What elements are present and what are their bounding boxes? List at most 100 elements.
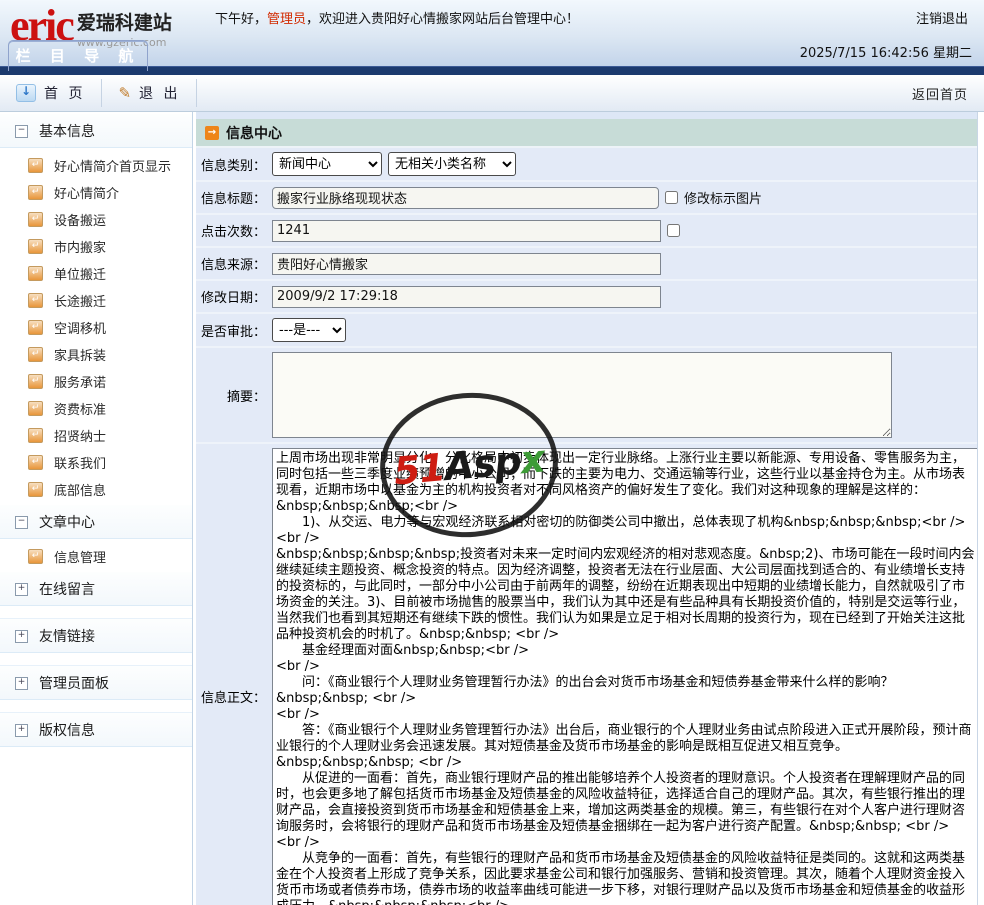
datetime-text: 2025/7/15 16:42:56 星期二 [799, 46, 972, 61]
sidebar-section-guestbook[interactable]: 在线留言 [0, 572, 192, 606]
source-label: 信息来源： [200, 258, 266, 273]
form-row-approve: 是否审批： ---是--- [196, 314, 977, 348]
modify-date-input[interactable] [272, 285, 661, 308]
exit-button[interactable]: ✎ 退 出 [102, 75, 196, 111]
arrow-icon: ↵ [28, 212, 43, 227]
form-row-category: 信息类别： 新闻中心 无相关小类名称 [196, 148, 977, 182]
content-panel: → 信息中心 信息类别： 新闻中心 无相关小类名称 信息标题： 修改标示图片 [196, 112, 978, 905]
arrow-icon: ↵ [28, 158, 43, 173]
form-row-body: 信息正文： 上周市场出现非常明显分化，分化格局中初步体现出一定行业脉络。上涨行业… [196, 444, 977, 905]
greeting-username[interactable]: 管理员 [267, 12, 306, 27]
clicks-input[interactable] [272, 219, 661, 242]
form-row-abstract: 摘要： [196, 348, 977, 444]
arrow-icon: ↵ [28, 347, 43, 362]
arrow-icon: ↵ [28, 374, 43, 389]
arrow-icon: ↵ [28, 185, 43, 200]
modify-image-label: 修改标示图片 [684, 192, 763, 207]
logo-cn-name: 爱瑞科建站 [76, 12, 172, 34]
expand-icon[interactable] [15, 676, 28, 690]
form-row-source: 信息来源： [196, 248, 977, 281]
arrow-icon: ↵ [28, 549, 43, 564]
arrow-icon: ↵ [28, 455, 43, 470]
category-sub-select[interactable]: 无相关小类名称 [388, 152, 516, 176]
sidebar-section-copyright[interactable]: 版权信息 [0, 712, 192, 747]
body-textarea[interactable]: 上周市场出现非常明显分化，分化格局中初步体现出一定行业脉络。上涨行业主要以新能源… [272, 448, 977, 905]
arrow-icon: ↵ [28, 266, 43, 281]
sidebar-item-service-promise[interactable]: ↵ 服务承诺 [0, 368, 192, 395]
arrow-icon: ↵ [28, 320, 43, 335]
home-download-icon: ↓ [16, 84, 36, 102]
main-area: 基本信息 ↵好心情简介首页显示 ↵好心情简介 ↵设备搬运 ↵市内搬家 ↵单位搬迁… [0, 112, 984, 905]
sidebar-section-label: 在线留言 [39, 582, 95, 598]
pencil-icon: ✎ [118, 84, 132, 102]
sidebar-section-label: 版权信息 [39, 723, 95, 739]
expand-icon[interactable] [15, 582, 28, 596]
category-label: 信息类别： [200, 158, 266, 174]
toolbar-separator [196, 79, 198, 107]
form-row-clicks: 点击次数： [196, 215, 977, 248]
greeting-suffix: ，欢迎进入贵阳好心情搬家网站后台管理中心！ [306, 12, 580, 27]
app-header: eric 爱瑞科建站 www.gzeric.com 下午好，管理员，欢迎进入贵阳… [0, 0, 984, 71]
sidebar-item-recruitment[interactable]: ↵ 招贤纳士 [0, 422, 192, 449]
panel-title-bar: → 信息中心 [196, 119, 977, 148]
sidebar-item-footer-info[interactable]: ↵ 底部信息 [0, 476, 192, 503]
form-row-modify-date: 修改日期： [196, 281, 977, 314]
arrow-icon: ↵ [28, 239, 43, 254]
arrow-icon: ↵ [28, 428, 43, 443]
clicks-label: 点击次数： [200, 225, 266, 240]
arrow-icon: ↵ [28, 482, 43, 497]
home-button[interactable]: ↓ 首 页 [0, 75, 101, 111]
sidebar-item-office-relocation[interactable]: ↵ 单位搬迁 [0, 260, 192, 287]
sidebar-item-intro[interactable]: ↵ 好心情简介 [0, 179, 192, 206]
sidebar-section-admin-panel[interactable]: 管理员面板 [0, 665, 192, 700]
sidebar-section-label: 基本信息 [39, 124, 95, 140]
toolbar: ↓ 首 页 ✎ 退 出 返回首页 [0, 75, 984, 112]
collapse-icon[interactable] [15, 515, 28, 529]
arrow-icon: ↵ [28, 293, 43, 308]
sidebar-section-basic-info[interactable]: 基本信息 [0, 114, 192, 148]
back-home-link[interactable]: 返回首页 [912, 84, 968, 103]
expand-icon[interactable] [15, 629, 28, 643]
title-input[interactable] [272, 186, 659, 209]
expand-icon[interactable] [15, 723, 28, 737]
sidebar-section-label: 文章中心 [39, 515, 95, 531]
sidebar-item-city-moving[interactable]: ↵ 市内搬家 [0, 233, 192, 260]
abstract-textarea[interactable] [272, 352, 892, 438]
sidebar-item-intro-homepage[interactable]: ↵ 好心情简介首页显示 [0, 152, 192, 179]
sidebar-item-info-management[interactable]: ↵ 信息管理 [0, 543, 192, 570]
modify-date-label: 修改日期： [200, 291, 266, 306]
title-label: 信息标题： [200, 192, 266, 207]
clicks-checkbox[interactable] [667, 224, 680, 237]
abstract-label: 摘要： [226, 389, 266, 405]
sidebar-item-furniture[interactable]: ↵ 家具拆装 [0, 341, 192, 368]
message-arrow-icon: → [205, 125, 219, 140]
sidebar-item-fee-standard[interactable]: ↵ 资费标准 [0, 395, 192, 422]
arrow-icon: ↵ [28, 401, 43, 416]
category-main-select[interactable]: 新闻中心 [272, 152, 382, 176]
nav-tab-column-navigation[interactable]: 栏 目 导 航 [8, 40, 148, 71]
sidebar: 基本信息 ↵好心情简介首页显示 ↵好心情简介 ↵设备搬运 ↵市内搬家 ↵单位搬迁… [0, 112, 193, 905]
approve-select[interactable]: ---是--- [272, 318, 346, 342]
exit-button-label: 退 出 [139, 86, 181, 102]
greeting-text: 下午好，管理员，欢迎进入贵阳好心情搬家网站后台管理中心！ [215, 8, 579, 27]
greeting-prefix: 下午好， [215, 12, 268, 27]
sidebar-section-label: 友情链接 [39, 629, 95, 645]
sidebar-item-long-distance[interactable]: ↵ 长途搬迁 [0, 287, 192, 314]
sidebar-section-label: 管理员面板 [39, 676, 109, 692]
collapse-icon[interactable] [15, 124, 28, 138]
page: eric 爱瑞科建站 www.gzeric.com 下午好，管理员，欢迎进入贵阳… [0, 0, 984, 905]
sidebar-item-equipment-moving[interactable]: ↵ 设备搬运 [0, 206, 192, 233]
approve-label: 是否审批： [200, 324, 266, 340]
sidebar-items-article-center: ↵ 信息管理 [0, 539, 192, 572]
modify-image-checkbox[interactable] [665, 191, 678, 204]
sidebar-section-friend-links[interactable]: 友情链接 [0, 618, 192, 653]
source-input[interactable] [272, 252, 661, 275]
form-row-title: 信息标题： 修改标示图片 [196, 182, 977, 215]
logout-link[interactable]: 注销退出 [916, 8, 968, 27]
body-label: 信息正文： [200, 691, 266, 706]
sidebar-item-ac-relocation[interactable]: ↵ 空调移机 [0, 314, 192, 341]
home-button-label: 首 页 [44, 86, 86, 102]
sidebar-section-article-center[interactable]: 文章中心 [0, 505, 192, 539]
sidebar-items-basic-info: ↵ 好心情简介首页显示 ↵ 好心情简介 ↵ 设备搬运 ↵ 市内搬家 ↵ 单位搬迁 ↵ 长途搬… [0, 148, 192, 505]
sidebar-item-contact-us[interactable]: ↵ 联系我们 [0, 449, 192, 476]
